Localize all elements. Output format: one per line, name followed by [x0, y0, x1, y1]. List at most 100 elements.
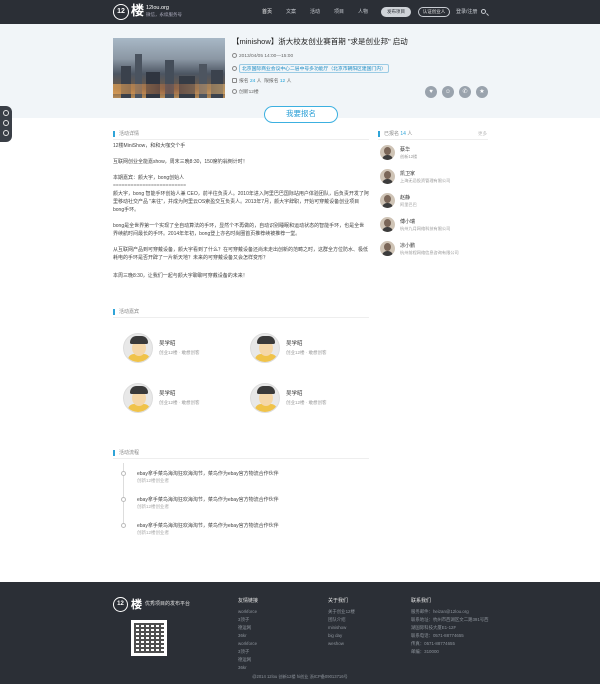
registered-count: 24 [249, 79, 256, 84]
details-p3: 从互联网产品到可穿戴设备，颜大宇看到了什么？在可穿戴设备还尚未走出创新的范畴之时… [113, 247, 369, 261]
divider [113, 139, 369, 140]
details-intro1: 12楼MiniShow，和和大咖交个手 [113, 143, 186, 149]
footer-slogan: 优秀项目的发布平台 [145, 601, 191, 607]
signup-button[interactable]: 我要报名 [264, 106, 338, 123]
login-register-link[interactable]: 登录/注册 [456, 8, 477, 15]
qr-code [131, 620, 167, 656]
friend-link[interactable]: 36kr [238, 665, 247, 670]
attendee-org: 杭州前程网络信息咨询有限公司 [400, 250, 459, 255]
limit-unit: 人 [286, 79, 292, 84]
event-organizer-row: 创新12楼 [232, 88, 259, 95]
flow-item: ebay拿手菜鸟海淘狂欢海淘节，菜鸟作为ebay官方物流合作伙伴 [137, 523, 279, 529]
like-icon[interactable]: ♥ [425, 86, 437, 98]
attendees-label: 已报名 [384, 131, 400, 137]
attendee-item[interactable]: 凯卫家 上海无忌投资管理有限公司 [380, 169, 490, 189]
contact-line: 联系地址：杭州市西湖区文二路391号西 [411, 617, 489, 622]
flow-heading: 活动流程 [113, 450, 139, 456]
friend-link[interactable]: 36kr [238, 633, 247, 638]
site-logo-char[interactable]: 楼 [131, 3, 144, 19]
guest-name: 吴学昭 [159, 391, 176, 397]
attendee-org: 阿里巴巴 [400, 202, 417, 207]
details-p4: 本周三晚8:30，让我们一起与颜大宇聊聊可穿戴设备的未来！ [113, 273, 248, 279]
friend-link[interactable]: 3顶子 [238, 617, 249, 623]
publish-project-button[interactable]: 发布项目 [381, 7, 411, 17]
details-bio: 颜大宇，bong 智能手环创始人兼 CEO，前半往负责人。2010年进入阿里巴巴… [113, 191, 369, 213]
avatar [380, 217, 395, 232]
limit-label: 限报名 [264, 79, 279, 84]
attendees-unit: 人 [407, 131, 413, 137]
attendee-item[interactable]: 蔡华 创新12楼 [380, 145, 490, 165]
event-time-row: 2013/04/05 14:00—15:00 [232, 53, 293, 59]
contact-line: 邮编：310000 [411, 649, 439, 654]
guest-card[interactable]: 吴学昭 创业12楼 · 敢想创客 [113, 383, 223, 419]
details-guest: 本期嘉宾：颜大宇，bong创始人 [113, 175, 185, 181]
site-footer: 12 楼 优秀项目的发布平台 友情链接 workforce 3顶子 德运网 36… [0, 582, 600, 684]
contact-line: 联系电话：0571-88774655 [411, 633, 464, 638]
registered-unit: 人 [256, 79, 262, 84]
site-domain: 12lou.org [146, 5, 169, 11]
contact-line: 湖国际科技大厦E1-12F [411, 625, 457, 630]
nav-home[interactable]: 首页 [262, 8, 272, 15]
friend-link[interactable]: workforce [238, 641, 257, 646]
attendee-item[interactable]: 凉小鹏 杭州前程网络信息咨询有限公司 [380, 241, 490, 261]
nav-articles[interactable]: 文案 [286, 8, 296, 15]
guest-card[interactable]: 吴学昭 创业12楼 · 敢想创客 [113, 333, 223, 369]
flow-item-sub: 创新12楼创业者 [137, 530, 170, 535]
guest-card[interactable]: 吴学昭 创业12楼 · 敢想创客 [240, 383, 350, 419]
about-link[interactable]: minishow [328, 625, 346, 630]
clock-icon [232, 53, 237, 58]
search-tool-icon[interactable] [3, 130, 9, 136]
event-organizer: 创新12楼 [239, 90, 259, 95]
footer-logo[interactable]: 12 [113, 597, 128, 612]
event-address-row: 北京国际商业会议中心二层中号多功能厅（北京市朝阳区建国门内） [232, 64, 389, 73]
guest-subtitle: 创业12楼 · 敢想创客 [159, 400, 200, 405]
about-link[interactable]: 关于创业12楼 [328, 609, 355, 615]
guest-subtitle: 创业12楼 · 敢想创客 [159, 350, 200, 355]
wechat-share-icon[interactable]: ✆ [459, 86, 471, 98]
attendees-count: 14 [400, 131, 406, 137]
event-address[interactable]: 北京国际商业会议中心二层中号多功能厅（北京市朝阳区建国门内） [239, 64, 389, 73]
friend-links-title: 友情链接 [238, 598, 259, 604]
friend-link[interactable]: 德运网 [238, 625, 251, 631]
verify-founder-button[interactable]: 认证创业人 [418, 7, 450, 17]
guest-subtitle: 创业12楼 · 敢想创客 [286, 350, 327, 355]
nav-people[interactable]: 人物 [358, 8, 368, 15]
friend-link[interactable]: 德运网 [238, 657, 251, 663]
about-link[interactable]: weshow [328, 641, 344, 646]
divider [378, 139, 488, 140]
contact-line: 传真：0571-88774655 [411, 641, 455, 646]
avatar [123, 383, 153, 413]
site-tagline: 微信，永续服务号 [146, 12, 182, 17]
friend-link[interactable]: 3顶子 [238, 649, 249, 655]
user-icon[interactable] [3, 120, 9, 126]
attendee-item[interactable]: 傅小瑞 杭州九月网络科技有限公司 [380, 217, 490, 237]
details-heading: 活动详情 [113, 131, 139, 137]
avatar [123, 333, 153, 363]
contact-line: 服务邮件：heizan@12lou.org [411, 609, 469, 614]
avatar [250, 383, 280, 413]
flow-item-sub: 创新12楼创业者 [137, 504, 170, 509]
avatar [380, 145, 395, 160]
search-icon[interactable] [481, 9, 486, 14]
attendee-name: 赵静 [400, 195, 411, 201]
attendees-more-link[interactable]: 更多 [478, 131, 487, 137]
about-title: 关于我们 [328, 598, 349, 604]
nav-projects[interactable]: 项目 [334, 8, 344, 15]
avatar [380, 193, 395, 208]
guest-card[interactable]: 吴学昭 创业12楼 · 敢想创客 [240, 333, 350, 369]
flow-item-sub: 创新12楼创业者 [137, 478, 170, 483]
weibo-share-icon[interactable]: ☺ [442, 86, 454, 98]
more-icon[interactable] [3, 110, 9, 116]
friend-link[interactable]: workforce [238, 609, 257, 614]
attendee-name: 蔡华 [400, 147, 411, 153]
about-link[interactable]: 团队介绍 [328, 617, 346, 623]
attendee-item[interactable]: 赵静 阿里巴巴 [380, 193, 490, 213]
guest-name: 吴学昭 [159, 341, 176, 347]
favorite-icon[interactable]: ★ [476, 86, 488, 98]
event-title: 【minishow】浙大校友创业赛首期 "求是创业邦" 启动 [232, 37, 408, 46]
nav-events[interactable]: 活动 [310, 8, 320, 15]
about-link[interactable]: big day [328, 633, 342, 638]
contact-title: 联系我们 [411, 598, 432, 604]
site-logo[interactable]: 12 [113, 4, 129, 20]
attendee-name: 傅小瑞 [400, 219, 416, 225]
